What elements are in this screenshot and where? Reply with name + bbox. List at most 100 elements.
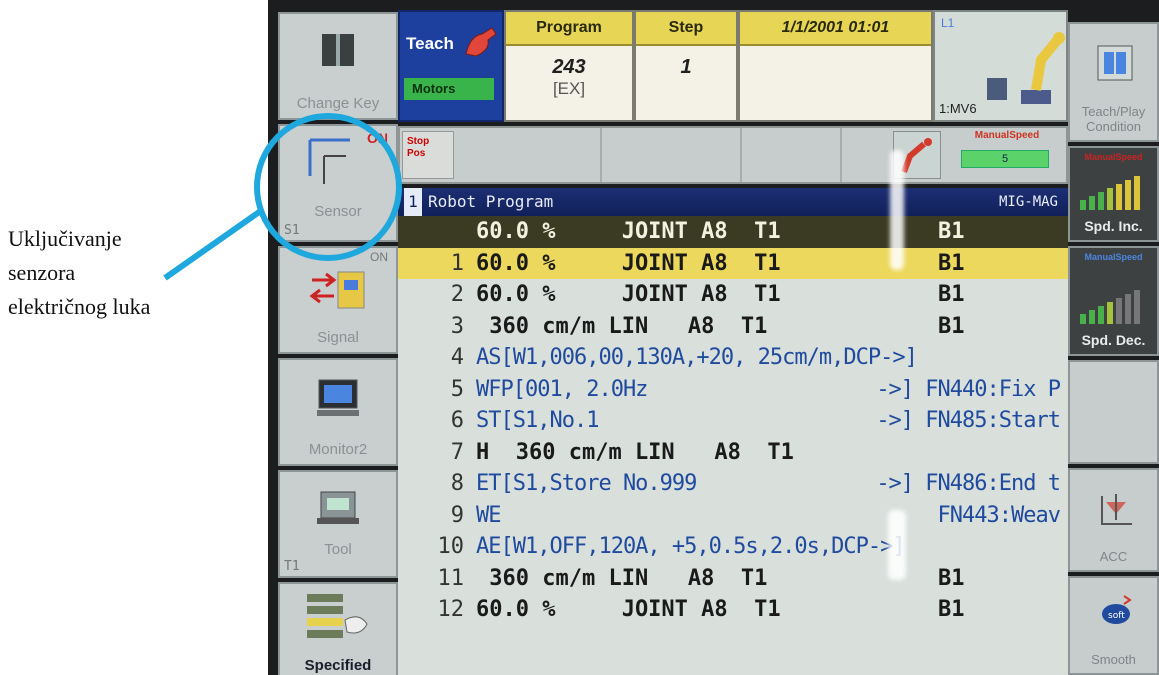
specified-button[interactable]: Specified [278,582,398,675]
key-label: Monitor2 [308,441,368,458]
program-header: Program [506,12,632,46]
datetime: 1/1/2001 01:01 [740,12,931,46]
line-number: 10 [437,534,465,559]
acc-icon [1101,494,1132,525]
teach-play-condition-button[interactable]: Teach/Play Condition [1068,22,1159,142]
line-tag: B1 [938,565,965,591]
key-label: Spd. Dec. [1081,332,1146,348]
line-number: 1 [450,250,464,276]
line-tag: B1 [938,597,965,622]
line-number: 11 [437,565,465,591]
monitor2-button[interactable]: Monitor2 [278,358,398,466]
robot-indicator[interactable]: L1 1:MV6 [933,10,1068,122]
key-label: Smooth [1091,652,1136,667]
program-line[interactable]: 4 AS[W1,006,00,130A,+20, 25cm/m,DCP->] [398,342,1068,374]
program-type: [EX] [552,79,586,98]
speed-down-icon [1080,290,1150,324]
sensor-button[interactable]: ON Sensor S1 [278,124,398,242]
program-line[interactable]: 3 360 cm/m LIN A8 T1 B1 [398,311,1068,343]
right-key-column: Teach/Play Condition ManualSpeed Spd. In… [1068,22,1159,675]
speed-up-icon [1080,176,1150,210]
left-key-column: Change Key ON Sensor S1 ON Signal Monito… [278,12,398,675]
program-window: 1 Robot Program MIG-MAG 60.0 % JOINT A8 T… [398,188,1068,675]
change-key-button[interactable]: Change Key [278,12,398,120]
line-number: 12 [437,597,465,622]
line-text: 60.0 % JOINT A8 T1 [476,250,781,276]
blank-key[interactable] [1068,360,1159,464]
book-icon [322,34,354,66]
program-line[interactable]: 2 60.0 % JOINT A8 T1 B1 [398,279,1068,311]
step-cell[interactable]: Step 1 [634,10,738,122]
program-title: Robot Program [428,192,554,211]
manual-speed-indicator: ManualSpeed 5 [947,130,1067,182]
line-number: 7 [450,439,464,465]
program-window-index: 1 [404,188,422,216]
line-comment: ->] FN440:Fix P [876,376,1061,402]
motors-status: Motors [404,78,494,100]
teach-play-icon [1097,45,1133,81]
key-sub-label: T1 [284,559,300,574]
annotation-line: Uključivanje [8,226,122,251]
hand-list-icon [307,594,368,638]
key-sub-label: S1 [284,223,300,238]
line-comment: ->] FN485:Start [876,408,1061,433]
program-line-selected[interactable]: 1 60.0 % JOINT A8 T1 B1 [398,247,1068,279]
annotation-line: električnog luka [8,294,151,319]
program-line[interactable]: 9 WE FN443:Weav [398,500,1068,532]
line-text: 60.0 % JOINT A8 T1 [476,282,781,307]
line-text: WFP[001, 2.0Hz [476,376,648,402]
line-tag: B1 [938,282,965,307]
line-text: ST[S1,No.1 [476,408,599,433]
divider [740,128,742,182]
manual-speed-value: 5 [961,150,1049,168]
divider [600,128,602,182]
annotation-text: Uključivanje senzora električnog luka [8,222,248,324]
sensor-icon [308,138,350,184]
datetime-cell: 1/1/2001 01:01 [738,10,933,122]
key-label: Change Key [296,95,380,112]
signal-button[interactable]: ON Signal [278,246,398,354]
tool-button[interactable]: Tool T1 [278,470,398,578]
program-line[interactable]: 5 WFP[001, 2.0Hz ->] FN440:Fix P [398,374,1068,406]
line-tag: B1 [938,313,965,339]
smooth-button[interactable]: soft Smooth [1068,576,1159,675]
program-line[interactable]: 11 360 cm/m LIN A8 T1 B1 [398,563,1068,595]
robot-id: 1:MV6 [939,101,977,116]
step-number: 1 [680,56,692,78]
step-header: Step [636,12,736,46]
monitor-icon [317,379,359,416]
smooth-icon: soft [1102,595,1132,624]
screen-glare [890,150,904,270]
key-label: ACC [1099,549,1128,564]
program-cell[interactable]: Program 243 [EX] [504,10,634,122]
program-line[interactable]: 6 ST[S1,No.1 ->] FN485:Start [398,405,1068,437]
speed-decrease-button[interactable]: ManualSpeed Spd. Dec. [1068,246,1159,356]
program-line[interactable]: 7 H 360 cm/m LIN A8 T1 [398,437,1068,469]
speed-increase-button[interactable]: ManualSpeed Spd. Inc. [1068,146,1159,242]
annotation-line: senzora [8,260,76,285]
mode-indicator[interactable]: Teach Motors [398,10,504,122]
line-text: 360 cm/m LIN A8 T1 [476,565,768,591]
tool-icon [317,491,359,524]
acc-button[interactable]: ACC [1068,468,1159,572]
manual-speed-label: ManualSpeed [974,130,1040,141]
program-line[interactable]: 10 AE[W1,OFF,120A, +5,0.5s,2.0s,DCP->] [398,531,1068,563]
line-number: 6 [450,408,464,433]
line-text: 360 cm/m LIN A8 T1 [476,313,768,339]
line-text: WE [476,502,501,528]
line-text: AE[W1,OFF,120A, +5,0.5s,2.0s,DCP->] [476,534,906,559]
line-number: 9 [450,502,464,528]
robot-tag: L1 [941,16,955,30]
program-line[interactable]: 12 60.0 % JOINT A8 T1 B1 [398,594,1068,626]
program-number: 243 [552,56,586,78]
line-tag: B1 [938,219,965,244]
line-number: 4 [450,345,464,370]
line-text: AS[W1,006,00,130A,+20, 25cm/m,DCP->] [476,345,918,370]
mode-label: Teach [406,34,454,53]
line-text: H 360 cm/m LIN A8 T1 [476,439,794,465]
screen-glare [888,510,906,580]
program-line[interactable]: 8 ET[S1,Store No.999 ->] FN486:End t [398,468,1068,500]
manual-speed-caption: ManualSpeed [1084,152,1143,162]
status-bar: Teach Motors Program 243 [EX] Step 1 1/1… [398,10,1068,122]
program-line[interactable]: 60.0 % JOINT A8 T1 B1 [398,216,1068,248]
